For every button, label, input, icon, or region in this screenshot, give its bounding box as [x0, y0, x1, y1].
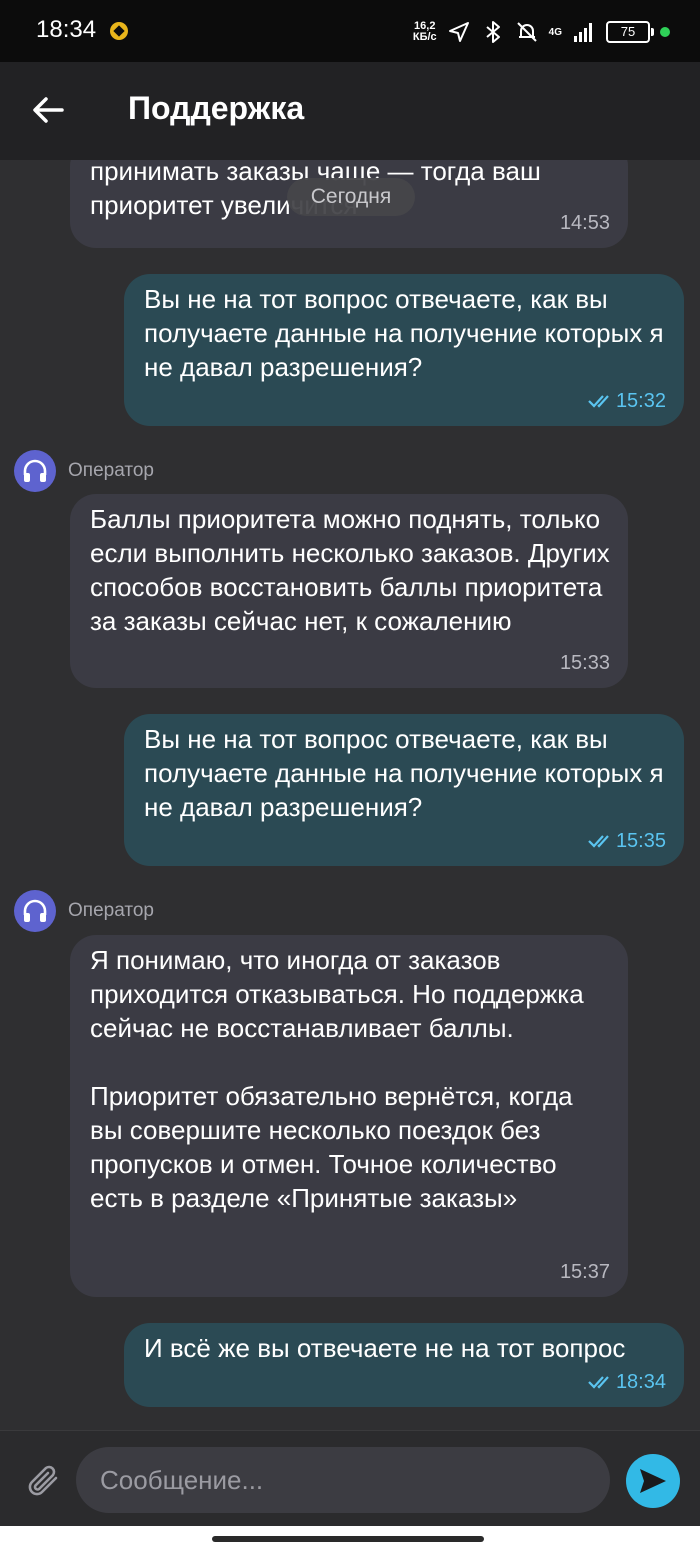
sender-row: Оператор: [14, 890, 154, 932]
battery-icon: 75: [606, 21, 654, 43]
notification-icon: [110, 22, 128, 40]
avatar: [14, 450, 56, 492]
send-icon: [640, 1469, 666, 1493]
message-text: Я понимаю, что иногда от заказов приходи…: [90, 945, 584, 1213]
signal-icon: [574, 23, 592, 42]
message-bubble-user[interactable]: Вы не на тот вопрос отвечаете, как вы по…: [124, 714, 684, 866]
back-arrow-icon[interactable]: [28, 90, 68, 130]
message-time: 14:53: [559, 212, 610, 234]
message-input[interactable]: [76, 1447, 610, 1513]
date-separator: Сегодня: [287, 178, 415, 216]
message-bubble-operator[interactable]: Баллы приоритета можно поднять, только е…: [70, 494, 628, 688]
message-meta: 15:32: [588, 390, 666, 412]
double-check-icon: [588, 835, 609, 848]
status-icons: 16,2 КБ/с 4G 75: [413, 14, 670, 50]
double-check-icon: [588, 395, 609, 408]
message-text: Вы не на тот вопрос отвечаете, как вы по…: [144, 724, 671, 822]
message-time: 15:32: [615, 390, 666, 412]
status-bar: 18:34 16,2 КБ/с 4G 75: [0, 0, 700, 62]
page-title: Поддержка: [128, 90, 305, 126]
sender-name: Оператор: [68, 900, 154, 921]
message-composer: [0, 1430, 700, 1527]
privacy-indicator-icon: [660, 27, 670, 37]
network-type: 4G: [548, 26, 562, 38]
message-bubble-user[interactable]: Вы не на тот вопрос отвечаете, как вы по…: [124, 274, 684, 426]
message-meta: 18:34: [588, 1371, 666, 1393]
location-icon: [448, 22, 469, 42]
battery-level: 75: [620, 24, 636, 39]
status-time: 18:34: [36, 16, 97, 43]
bluetooth-icon: [486, 21, 500, 43]
message-text: И всё же вы отвечаете не на тот вопрос: [144, 1333, 626, 1363]
home-indicator[interactable]: [212, 1536, 484, 1542]
message-time: 15:37: [559, 1261, 610, 1283]
headphones-icon: [23, 899, 47, 922]
network-speed: 16,2 КБ/с: [413, 21, 437, 43]
chat-area[interactable]: принимать заказы чаще — тогда ваш приори…: [0, 160, 700, 1430]
double-check-icon: [588, 1376, 609, 1389]
headphones-icon: [23, 459, 47, 482]
sender-name: Оператор: [68, 460, 154, 481]
message-time: 15:33: [559, 652, 610, 674]
mute-icon: [516, 22, 537, 42]
avatar: [14, 890, 56, 932]
message-text: Вы не на тот вопрос отвечаете, как вы по…: [144, 284, 671, 382]
message-time: 18:34: [615, 1371, 666, 1393]
paperclip-icon[interactable]: [26, 1461, 62, 1499]
message-meta: 15:35: [588, 830, 666, 852]
send-button[interactable]: [626, 1454, 680, 1508]
message-bubble-operator[interactable]: Я понимаю, что иногда от заказов приходи…: [70, 935, 628, 1297]
app-bar: Поддержка: [0, 62, 700, 160]
message-time: 15:35: [615, 830, 666, 852]
network-speed-unit: КБ/с: [412, 31, 437, 43]
message-text: Баллы приоритета можно поднять, только е…: [90, 504, 617, 636]
sender-row: Оператор: [14, 450, 154, 492]
navigation-bar: [0, 1526, 700, 1556]
message-bubble-user[interactable]: И всё же вы отвечаете не на тот вопрос 1…: [124, 1323, 684, 1407]
